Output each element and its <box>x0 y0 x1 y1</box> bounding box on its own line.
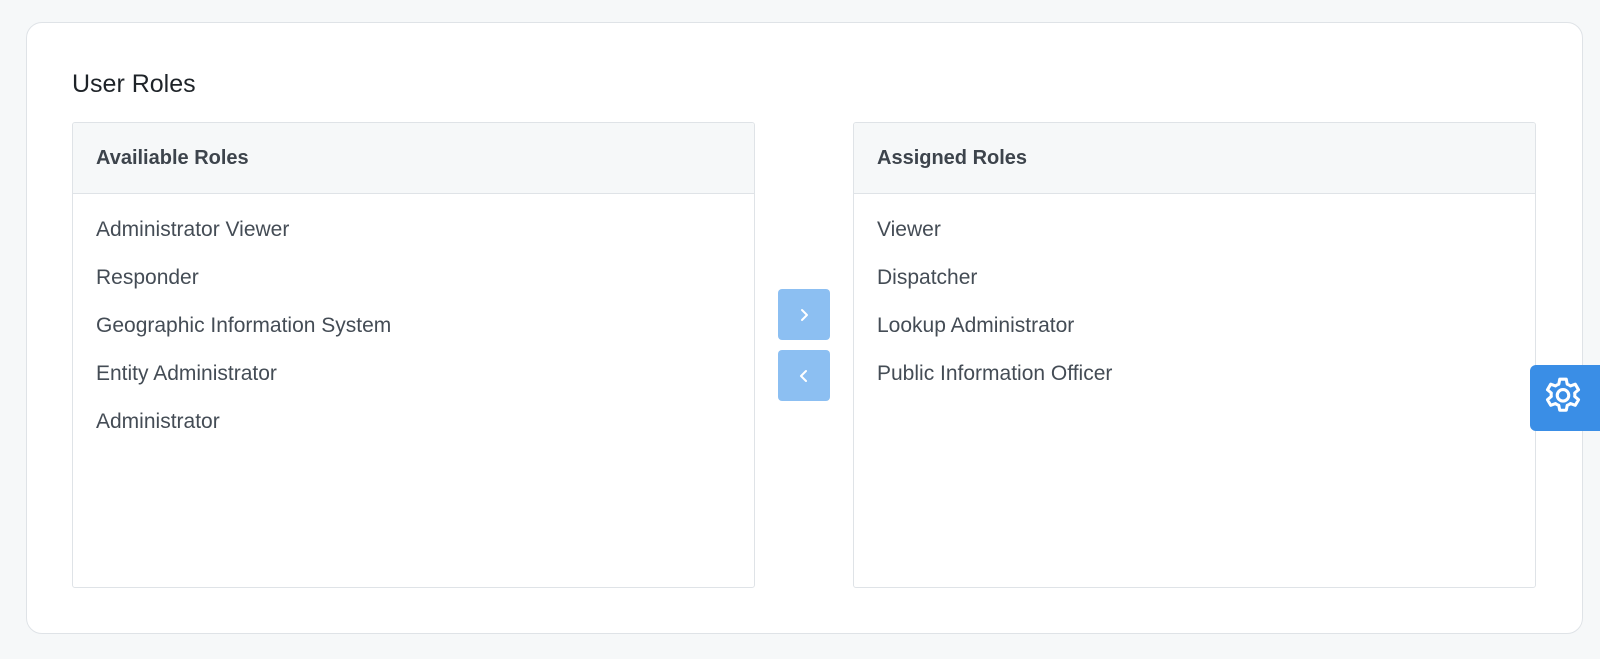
available-roles-panel: Availiable Roles Administrator Viewer Re… <box>72 122 755 588</box>
settings-button[interactable] <box>1530 365 1600 431</box>
list-item-assigned-role[interactable]: Public Information Officer <box>854 356 1535 404</box>
list-item-available-role[interactable]: Geographic Information System <box>73 308 754 356</box>
available-roles-list: Administrator Viewer Responder Geographi… <box>73 194 754 452</box>
list-item-available-role[interactable]: Entity Administrator <box>73 356 754 404</box>
available-roles-header: Availiable Roles <box>73 123 754 194</box>
list-item-assigned-role[interactable]: Viewer <box>854 212 1535 260</box>
assigned-roles-list: Viewer Dispatcher Lookup Administrator P… <box>854 194 1535 404</box>
chevron-left-icon <box>800 369 807 382</box>
gear-icon <box>1545 377 1581 412</box>
list-item-assigned-role[interactable]: Dispatcher <box>854 260 1535 308</box>
move-to-assigned-button[interactable] <box>778 289 830 340</box>
list-item-available-role[interactable]: Responder <box>73 260 754 308</box>
move-to-available-button[interactable] <box>778 350 830 401</box>
list-item-available-role[interactable]: Administrator <box>73 404 754 452</box>
page-title: User Roles <box>72 70 196 98</box>
user-roles-card: User Roles Availiable Roles Administrato… <box>26 22 1583 634</box>
assigned-roles-panel: Assigned Roles Viewer Dispatcher Lookup … <box>853 122 1536 588</box>
list-item-assigned-role[interactable]: Lookup Administrator <box>854 308 1535 356</box>
list-item-available-role[interactable]: Administrator Viewer <box>73 212 754 260</box>
chevron-right-icon <box>801 308 808 321</box>
assigned-roles-header: Assigned Roles <box>854 123 1535 194</box>
